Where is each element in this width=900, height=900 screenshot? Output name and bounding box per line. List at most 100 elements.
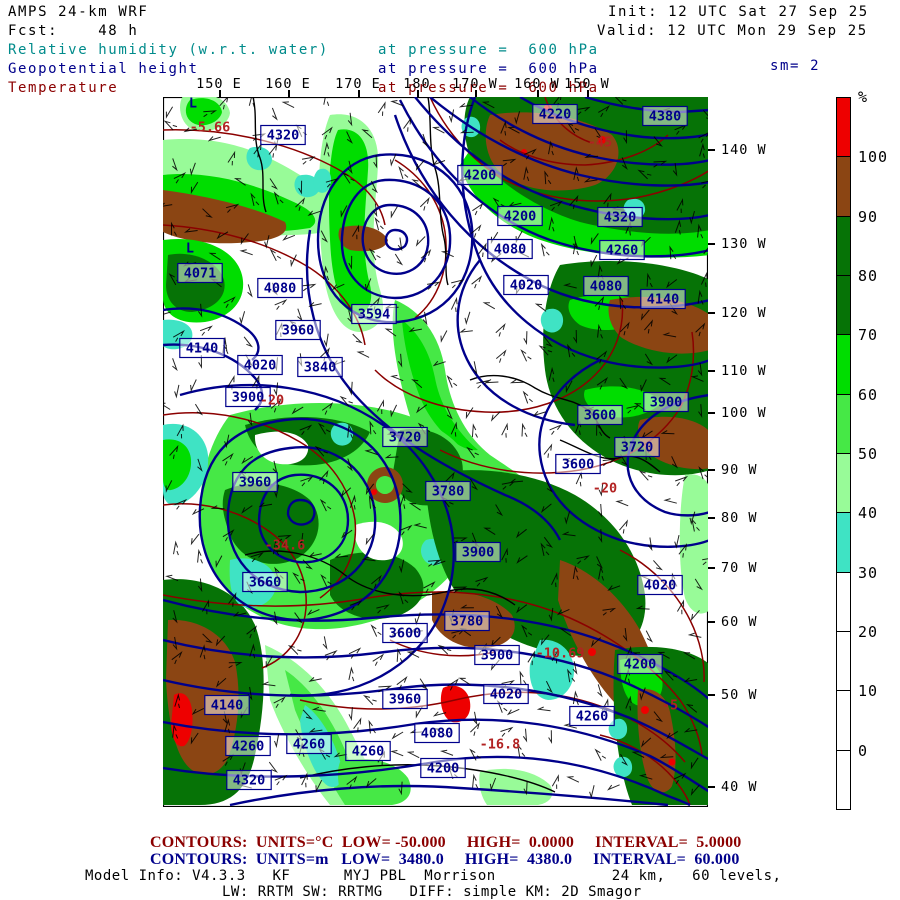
height-contour-label: 3900	[481, 648, 514, 664]
height-contour-label: 3720	[389, 430, 422, 446]
colorbar-tick-value: 40	[858, 504, 900, 522]
height-contour-label: 4200	[504, 209, 537, 225]
model-title: AMPS 24-km WRF	[8, 4, 148, 21]
height-contour-label: 3960	[389, 692, 422, 708]
height-contour-label: 4320	[267, 128, 300, 144]
height-contour-label: 3600	[584, 408, 617, 424]
temp-contour-label: -45	[588, 135, 612, 151]
colorbar-unit: %	[858, 88, 867, 106]
height-contour-label: 3780	[432, 484, 465, 500]
lon-tick-label: 100 W	[721, 405, 767, 421]
colorbar-segment	[836, 631, 851, 691]
lon-tick-mark	[708, 567, 715, 569]
lon-tick-mark	[708, 786, 715, 788]
height-contour-label: 4020	[244, 358, 277, 374]
colorbar-segment	[836, 512, 851, 572]
colorbar-segment	[836, 275, 851, 335]
temp-contour-label: -20	[593, 481, 617, 497]
rh-colorbar	[836, 98, 851, 810]
height-contour-label: 4020	[510, 278, 543, 294]
colorbar-tick-value: 100	[858, 148, 900, 166]
colorbar-segment	[836, 334, 851, 394]
height-contour-label: 4080	[590, 279, 623, 295]
lon-tick-mark	[587, 90, 589, 97]
lon-tick-mark	[708, 694, 715, 696]
height-contour-label: 4380	[649, 109, 682, 125]
height-contour-label: 4260	[232, 739, 265, 755]
height-contour-label: 4140	[647, 292, 680, 308]
colorbar-segment	[836, 394, 851, 454]
lon-tick-label: 60 W	[721, 614, 758, 630]
height-contour-label: 3660	[249, 575, 282, 591]
colorbar-segment	[836, 216, 851, 276]
lon-tick-mark	[708, 621, 715, 623]
lon-tick-mark	[708, 469, 715, 471]
lon-tick-label: 120 W	[721, 305, 767, 321]
height-contour-label: 4320	[233, 773, 266, 789]
colorbar-tick-value: 10	[858, 682, 900, 700]
colorbar-segment	[836, 750, 851, 810]
init-time: Init: 12 UTC Sat 27 Sep 25	[608, 4, 869, 21]
height-contour-label: 4260	[352, 744, 385, 760]
temp-contour-label: -16.8	[480, 737, 521, 753]
height-contour-label: 4080	[494, 242, 527, 258]
lon-tick-mark	[708, 517, 715, 519]
lon-tick-mark	[708, 370, 715, 372]
height-contour-label: 4080	[264, 281, 297, 297]
lon-tick-mark	[708, 412, 715, 414]
height-contour-label: 3840	[304, 360, 337, 376]
lon-tick-mark	[708, 312, 715, 314]
height-contour-label: 4020	[490, 687, 523, 703]
height-contour-label: L	[186, 241, 194, 257]
lon-tick-label: 110 W	[721, 363, 767, 379]
height-contour-label: 4200	[624, 657, 657, 673]
lon-tick-mark	[708, 243, 715, 245]
lon-tick-mark	[708, 149, 715, 151]
colorbar-segment	[836, 453, 851, 513]
height-contour-label: 3960	[239, 475, 272, 491]
height-contour-label: 4220	[539, 107, 572, 123]
height-contour-label: 4260	[576, 709, 609, 725]
colorbar-segment	[836, 690, 851, 750]
height-contour-label: 4020	[644, 578, 677, 594]
lon-tick-label: 70 W	[721, 560, 758, 576]
lon-tick-mark	[358, 90, 360, 97]
temp-contour-label: -34.6	[265, 538, 306, 554]
height-contour-label: 4320	[604, 210, 637, 226]
height-contour-label: 4260	[293, 737, 326, 753]
lon-tick-label: 130 W	[721, 236, 767, 252]
height-contour-label: 3780	[451, 614, 484, 630]
colorbar-tick-value: 90	[858, 208, 900, 226]
height-contour-label: 4260	[606, 243, 639, 259]
colorbar-segment	[836, 156, 851, 216]
forecast-hour: Fcst: 48 h	[8, 23, 138, 40]
field-rh-level: at pressure = 600 hPa	[378, 42, 599, 59]
height-contour-label: 4200	[464, 168, 497, 184]
colorbar-tick-value: 50	[858, 445, 900, 463]
lon-tick-label: 140 W	[721, 142, 767, 158]
height-contour-label: 3900	[462, 545, 495, 561]
field-height-label: Geopotential height	[8, 61, 199, 78]
height-contour-label: 3720	[621, 440, 654, 456]
temp-contour-label: -5.66	[190, 120, 231, 136]
colorbar-segment	[836, 97, 851, 157]
temp-contour-label: -5	[662, 698, 678, 714]
model-info: Model Info: V4.3.3 KF MYJ PBL Morrison 2…	[85, 868, 781, 884]
physics-info: LW: RRTM SW: RRTMG DIFF: simple KM: 2D S…	[222, 884, 642, 900]
lon-tick-mark	[288, 90, 290, 97]
height-contour-label: 4080	[421, 726, 454, 742]
field-rh-label: Relative humidity (w.r.t. water)	[8, 42, 329, 59]
height-contour-label: 3900	[650, 395, 683, 411]
forecast-map: L 4320 -5.66 4220 4380 4200 -45 4200 4320 4080 426…	[163, 97, 708, 807]
lon-tick-label: 80 W	[721, 510, 758, 526]
lon-tick-mark	[537, 90, 539, 97]
lon-tick-mark	[219, 90, 221, 97]
height-contour-label: 3600	[562, 457, 595, 473]
height-contour-label: L	[189, 97, 197, 112]
height-contour-info: CONTOURS: UNITS=m LOW= 3480.0 HIGH= 4380…	[150, 851, 740, 869]
lon-tick-label: 50 W	[721, 687, 758, 703]
temp-contour-label: -10.69	[536, 646, 585, 662]
height-contour-label: 4140	[211, 698, 244, 714]
colorbar-tick-value: 20	[858, 623, 900, 641]
lon-tick-mark	[475, 90, 477, 97]
